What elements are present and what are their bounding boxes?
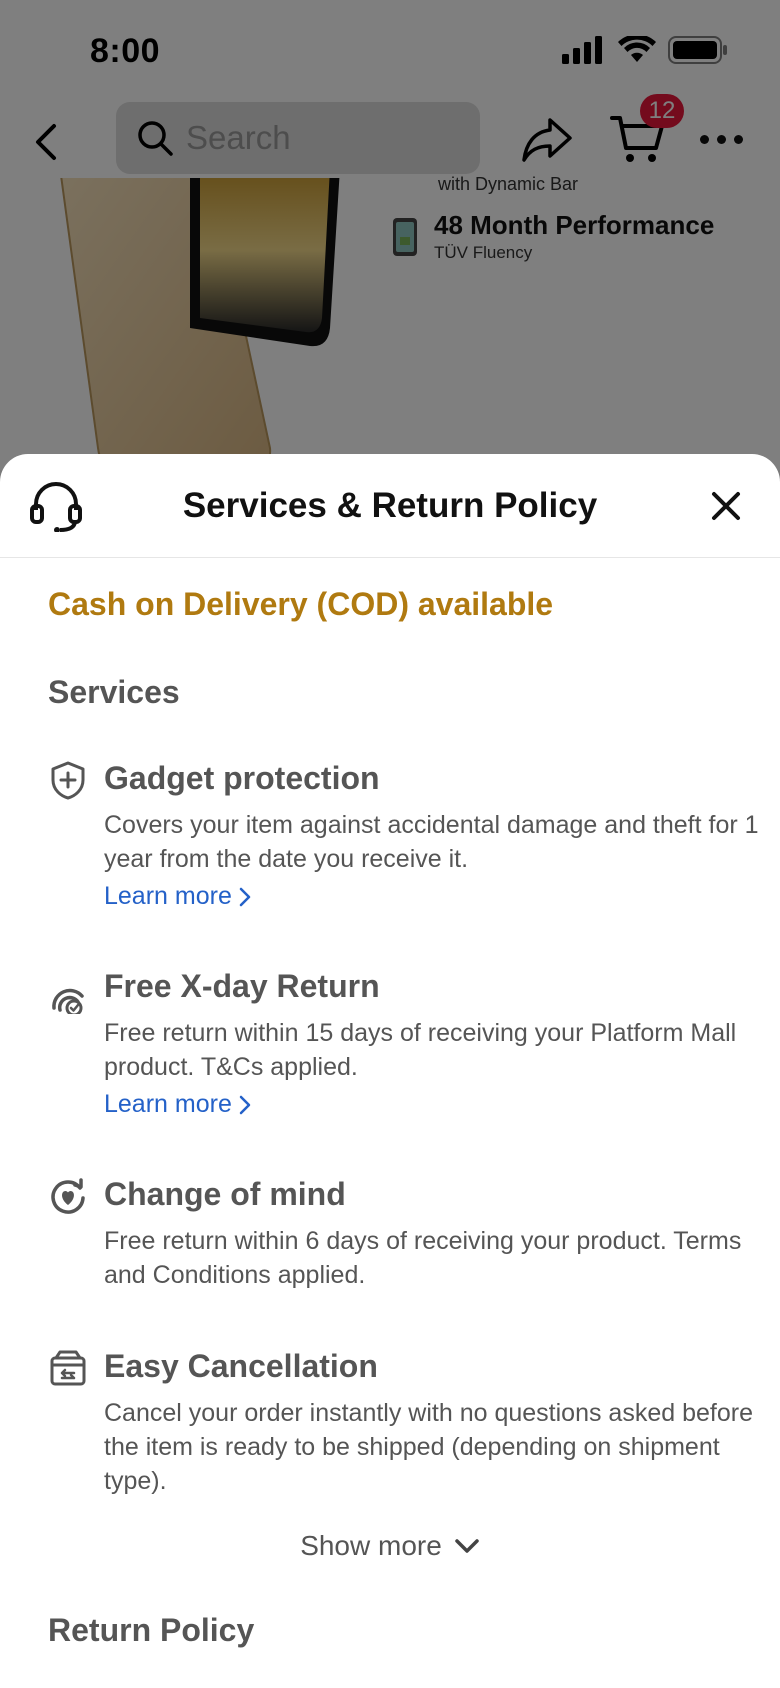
services-heading: Services <box>48 674 180 710</box>
service-name: Gadget protection <box>104 760 380 796</box>
chevron-right-icon <box>239 887 251 906</box>
return-badge-icon <box>52 988 84 1014</box>
modal-overlay[interactable] <box>0 0 780 470</box>
shield-plus-icon <box>51 761 85 800</box>
service-description: Covers your item against accidental dama… <box>104 811 759 873</box>
service-description: Free return within 15 days of receiving … <box>104 1019 737 1081</box>
service-name: Free X-day Return <box>104 968 380 1004</box>
show-more-button[interactable]: Show more <box>0 1530 780 1562</box>
learn-more-label: Learn more <box>104 882 232 910</box>
product-page-background: 8:00 <box>0 0 780 470</box>
service-description: Free return within 6 days of receiving y… <box>104 1227 742 1289</box>
box-return-icon <box>50 1350 86 1386</box>
chevron-right-icon <box>239 1095 251 1114</box>
close-button[interactable] <box>704 484 748 528</box>
service-name: Easy Cancellation <box>104 1348 378 1384</box>
chevron-down-icon <box>455 1539 479 1553</box>
return-policy-heading: Return Policy <box>48 1612 255 1648</box>
learn-more-link[interactable]: Learn more <box>104 882 252 911</box>
service-name: Change of mind <box>104 1176 346 1212</box>
show-more-label: Show more <box>300 1530 442 1561</box>
sheet-title: Services & Return Policy <box>182 486 598 525</box>
learn-more-label: Learn more <box>104 1090 232 1118</box>
heart-cycle-icon <box>51 1178 85 1214</box>
service-description: Cancel your order instantly with no ques… <box>104 1399 753 1495</box>
close-icon <box>712 492 740 520</box>
cod-notice: Cash on Delivery (COD) available <box>48 586 554 622</box>
learn-more-link[interactable]: Learn more <box>104 1090 252 1119</box>
services-bottom-sheet: Services & Return Policy Cash on Deliver… <box>0 454 780 1688</box>
sheet-header: Services & Return Policy <box>0 454 780 558</box>
